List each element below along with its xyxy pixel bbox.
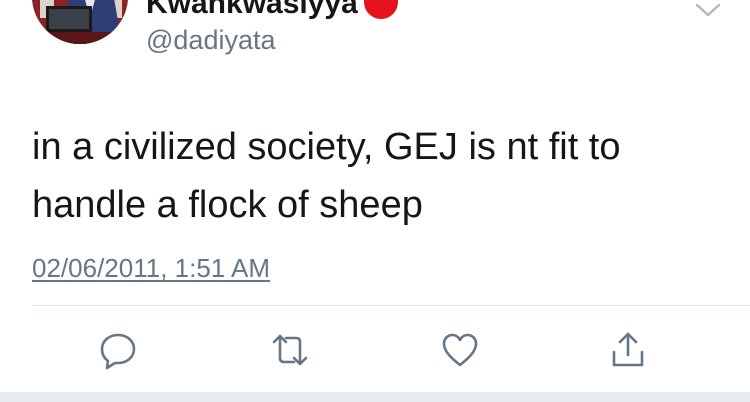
retweet-button[interactable]: [268, 328, 312, 372]
tweet-text: in a civilized society, GEJ is nt fit to…: [32, 118, 722, 234]
bottom-separator: [0, 392, 750, 402]
reply-button[interactable]: [96, 328, 140, 372]
red-circle-emoji-icon: [363, 0, 398, 20]
share-upload-icon: [612, 332, 644, 367]
avatar-photo: [32, 0, 128, 44]
tweet-card: Kwankwasiyya @dadiyata in a civilized so…: [0, 0, 750, 402]
like-button[interactable]: [438, 328, 482, 372]
speech-bubble-icon: [100, 333, 136, 370]
tweet-text-line-2: handle a flock of sheep: [32, 184, 423, 226]
heart-icon: [442, 333, 478, 367]
tweet-text-line-1: in a civilized society, GEJ is nt fit to: [32, 126, 621, 168]
avatar[interactable]: [32, 0, 128, 44]
retweet-arrows-icon: [272, 334, 308, 366]
chevron-down-icon[interactable]: [694, 0, 722, 20]
share-button[interactable]: [606, 328, 650, 372]
divider: [32, 305, 750, 306]
user-handle[interactable]: @dadiyata: [146, 22, 276, 58]
display-name-text: Kwankwasiyya: [146, 0, 358, 20]
tweet-timestamp[interactable]: 02/06/2011, 1:51 AM: [32, 250, 270, 286]
action-bar: [0, 328, 750, 378]
display-name[interactable]: Kwankwasiyya: [146, 0, 398, 24]
